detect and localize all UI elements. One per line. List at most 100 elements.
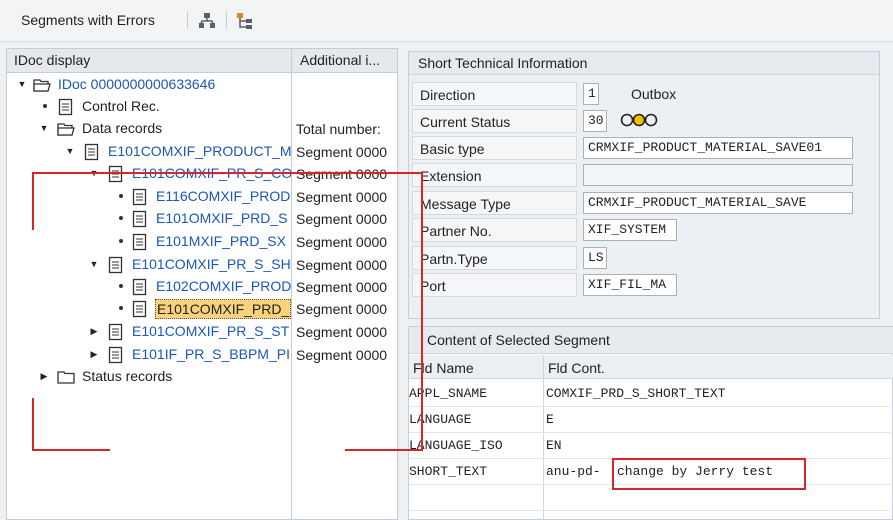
field-label-current-status: Current Status bbox=[412, 109, 577, 133]
open-folder-icon bbox=[57, 123, 75, 136]
field-name-cell: LANGUAGE_ISO bbox=[409, 438, 503, 453]
field-content-cell: anu-pd- bbox=[546, 464, 601, 479]
tree-node-label: E101COMXIF_PR_S_CO bbox=[132, 165, 291, 181]
tree-node-segment[interactable]: ▼ E101COMXIF_PR_S_SH bbox=[7, 254, 291, 276]
expand-right-icon[interactable]: ▶ bbox=[39, 371, 49, 381]
tree-node-segment[interactable]: ▼ E101COMXIF_PR_S_CO bbox=[7, 163, 291, 185]
additional-info-cell: Segment 0000 bbox=[296, 166, 388, 182]
annotation-line bbox=[32, 449, 110, 451]
expand-down-icon[interactable]: ▼ bbox=[39, 123, 49, 133]
document-icon bbox=[132, 278, 147, 296]
column-header-idoc-display[interactable]: IDoc display bbox=[14, 52, 90, 68]
tree-node-segment[interactable]: E101OMXIF_PRD_S bbox=[7, 208, 291, 230]
open-folder-icon bbox=[33, 79, 51, 92]
expand-down-icon[interactable]: ▼ bbox=[65, 146, 75, 156]
tree-node-segment[interactable]: ▶ E101IF_PR_S_BBPM_PI bbox=[7, 344, 291, 366]
tree-node-idoc[interactable]: ▼ IDoc 0000000000633646 bbox=[7, 74, 291, 96]
partner-type-field[interactable]: LS bbox=[583, 247, 607, 269]
additional-info-cell: Segment 0000 bbox=[296, 324, 388, 340]
table-row[interactable] bbox=[409, 407, 893, 433]
field-content-cell: EN bbox=[546, 438, 562, 453]
additional-info-cell: Segment 0000 bbox=[296, 189, 388, 205]
tree-structure-icon[interactable] bbox=[234, 10, 254, 30]
tree-node-segment[interactable]: ▼ E101COMXIF_PRODUCT_M bbox=[7, 141, 291, 163]
annotation-line bbox=[32, 398, 34, 451]
document-icon bbox=[108, 256, 123, 274]
additional-info-cell: Segment 0000 bbox=[296, 211, 388, 227]
tree-node-label: E101IF_PR_S_BBPM_PI bbox=[132, 346, 290, 362]
document-icon bbox=[132, 300, 147, 318]
field-name-cell: LANGUAGE bbox=[409, 412, 472, 427]
column-header-field-content[interactable]: Fld Cont. bbox=[548, 360, 605, 376]
expand-down-icon[interactable]: ▼ bbox=[89, 259, 99, 269]
tree-node-label: E101OMXIF_PRD_S bbox=[156, 210, 288, 226]
segment-grid-header bbox=[409, 355, 893, 379]
document-icon bbox=[108, 346, 123, 364]
group-title: Short Technical Information bbox=[418, 55, 588, 71]
annotation-line bbox=[32, 172, 34, 230]
leaf-bullet-icon bbox=[119, 216, 123, 220]
field-label-partner-no: Partner No. bbox=[412, 218, 577, 242]
field-content-cell: E bbox=[546, 412, 554, 427]
partner-no-field[interactable]: XIF_SYSTEM bbox=[583, 219, 677, 241]
additional-info-cell: Segment 0000 bbox=[296, 347, 388, 363]
tree-node-control-rec[interactable]: Control Rec. bbox=[7, 96, 291, 118]
document-icon bbox=[58, 98, 73, 116]
tree-node-segment[interactable]: E116COMXIF_PROD bbox=[7, 186, 291, 208]
port-field[interactable]: XIF_FIL_MA bbox=[583, 274, 677, 296]
document-icon bbox=[84, 143, 99, 161]
tree-node-status-records[interactable]: ▶ Status records bbox=[7, 366, 291, 388]
tree-node-data-records[interactable]: ▼ Data records bbox=[7, 118, 291, 140]
expand-down-icon[interactable]: ▼ bbox=[17, 79, 27, 89]
annotation-line bbox=[32, 172, 422, 174]
annotation-line bbox=[421, 172, 423, 450]
document-icon bbox=[132, 210, 147, 228]
leaf-bullet-icon bbox=[119, 284, 123, 288]
direction-text: Outbox bbox=[631, 86, 677, 102]
tree-node-label: E101COMXIF_PR_S_SH bbox=[132, 256, 291, 272]
annotation-line bbox=[345, 449, 423, 451]
direction-field[interactable]: 1 bbox=[583, 83, 599, 105]
document-icon bbox=[132, 233, 147, 251]
field-label-basic-type: Basic type bbox=[412, 136, 577, 160]
tree-node-label: Data records bbox=[82, 120, 163, 136]
hierarchy-icon[interactable] bbox=[196, 10, 216, 30]
folder-icon bbox=[57, 371, 75, 384]
additional-info-cell: Segment 0000 bbox=[296, 234, 388, 250]
field-label-direction: Direction bbox=[412, 82, 577, 106]
additional-info-cell: Segment 0000 bbox=[296, 279, 388, 295]
current-status-field[interactable]: 30 bbox=[583, 110, 607, 132]
field-label-message-type: Message Type bbox=[412, 191, 577, 215]
field-name-cell: SHORT_TEXT bbox=[409, 464, 488, 479]
tree-node-label: E101MXIF_PRD_SX bbox=[156, 233, 286, 249]
document-icon bbox=[108, 165, 123, 183]
tree-node-segment[interactable]: ▶ E101COMXIF_PR_S_ST bbox=[7, 321, 291, 343]
document-icon bbox=[132, 188, 147, 206]
leaf-bullet-icon bbox=[119, 239, 123, 243]
tree-node-label: IDoc 0000000000633646 bbox=[58, 76, 216, 92]
leaf-bullet-icon bbox=[119, 306, 123, 310]
leaf-bullet-icon bbox=[119, 194, 123, 198]
column-divider[interactable] bbox=[291, 48, 292, 520]
column-header-additional-info[interactable]: Additional i... bbox=[300, 52, 380, 68]
tree-node-label: Status records bbox=[82, 368, 173, 384]
tree-node-label: E101COMXIF_PRD_ bbox=[155, 299, 291, 319]
tree-node-segment-selected[interactable]: E101COMXIF_PRD_ bbox=[7, 298, 291, 320]
message-type-field[interactable]: CRMXIF_PRODUCT_MATERIAL_SAVE bbox=[583, 192, 853, 214]
tree-node-segment[interactable]: E101MXIF_PRD_SX bbox=[7, 231, 291, 253]
extension-field[interactable] bbox=[583, 164, 853, 186]
field-label-port: Port bbox=[412, 273, 577, 297]
tree-node-label: E101COMXIF_PR_S_ST bbox=[132, 323, 290, 339]
document-icon bbox=[108, 323, 123, 341]
group-title: Content of Selected Segment bbox=[427, 332, 610, 348]
basic-type-field[interactable]: CRMXIF_PRODUCT_MATERIAL_SAVE01 bbox=[583, 137, 853, 159]
field-label-extension: Extension bbox=[412, 163, 577, 187]
expand-right-icon[interactable]: ▶ bbox=[89, 349, 99, 359]
traffic-light-status-icon bbox=[620, 113, 658, 127]
tree-node-segment[interactable]: E102COMXIF_PROD bbox=[7, 276, 291, 298]
expand-right-icon[interactable]: ▶ bbox=[89, 326, 99, 336]
leaf-bullet-icon bbox=[43, 104, 47, 108]
field-content-cell: COMXIF_PRD_S_SHORT_TEXT bbox=[546, 386, 726, 401]
tree-node-label: Control Rec. bbox=[82, 98, 160, 114]
tree-node-label: E102COMXIF_PROD bbox=[156, 278, 291, 294]
